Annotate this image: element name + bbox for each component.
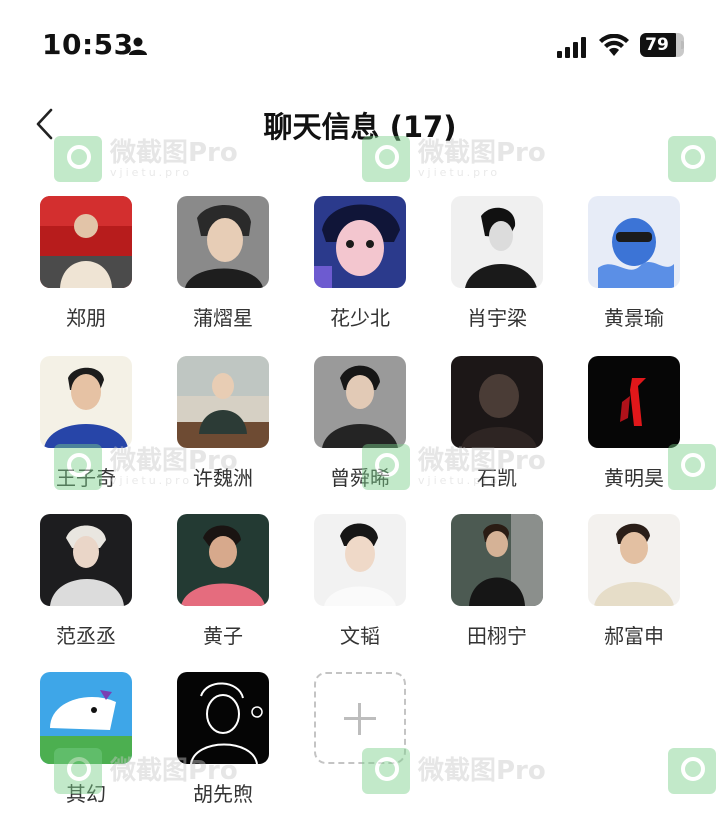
member-item[interactable]: 曾舜晞 (314, 356, 434, 506)
status-time: 10:53 (42, 28, 134, 61)
avatar (177, 672, 269, 764)
member-item[interactable]: 范丞丞 (40, 514, 160, 664)
avatar (314, 196, 406, 288)
member-item[interactable]: 郑朋 (40, 196, 160, 346)
member-name: 黄景瑜 (604, 306, 664, 330)
member-name: 肖宇梁 (467, 306, 527, 330)
avatar (451, 514, 543, 606)
page-title: 聊天信息 (17) (263, 110, 457, 144)
member-name: 其幻 (66, 782, 106, 806)
avatar (314, 356, 406, 448)
member-item[interactable]: 石凯 (451, 356, 571, 506)
member-name: 郑朋 (66, 306, 106, 330)
avatar (40, 356, 132, 448)
avatar (40, 672, 132, 764)
watermark (668, 748, 716, 794)
member-name: 石凯 (477, 466, 517, 490)
member-name: 胡先煦 (193, 782, 253, 806)
status-bar: 10:53 79 (0, 0, 720, 92)
member-item[interactable]: 黄景瑜 (588, 196, 708, 346)
add-member-button[interactable] (314, 672, 406, 764)
battery-level: 79 (645, 35, 669, 55)
avatar (177, 356, 269, 448)
member-name: 文韬 (340, 624, 380, 648)
member-item[interactable]: 黄子 (177, 514, 297, 664)
battery-indicator: 79 (640, 33, 684, 57)
wifi-icon (599, 34, 629, 56)
member-item[interactable]: 黄明昊 (588, 356, 708, 506)
member-name: 黄子 (203, 624, 243, 648)
avatar (40, 514, 132, 606)
member-item[interactable]: 其幻 (40, 672, 160, 822)
member-item[interactable]: 文韬 (314, 514, 434, 664)
member-name: 花少北 (330, 306, 390, 330)
avatar (588, 196, 680, 288)
member-name: 田栩宁 (467, 624, 527, 648)
member-item[interactable]: 许魏洲 (177, 356, 297, 506)
avatar (40, 196, 132, 288)
member-name: 许魏洲 (193, 466, 253, 490)
member-name: 王子奇 (56, 466, 116, 490)
avatar (588, 356, 680, 448)
member-name: 蒲熠星 (193, 306, 253, 330)
signal-icon (557, 37, 586, 58)
nav-bar: 聊天信息 (17) (0, 92, 720, 162)
member-item[interactable]: 田栩宁 (451, 514, 571, 664)
member-name: 曾舜晞 (330, 466, 390, 490)
person-icon (129, 37, 147, 55)
avatar (177, 514, 269, 606)
member-item[interactable]: 胡先煦 (177, 672, 297, 822)
avatar (451, 356, 543, 448)
avatar (451, 196, 543, 288)
member-item[interactable]: 蒲熠星 (177, 196, 297, 346)
avatar (314, 514, 406, 606)
member-item[interactable]: 郝富申 (588, 514, 708, 664)
member-name: 黄明昊 (604, 466, 664, 490)
member-name: 郝富申 (604, 624, 664, 648)
member-item[interactable]: 花少北 (314, 196, 434, 346)
member-item[interactable]: 王子奇 (40, 356, 160, 506)
avatar (177, 196, 269, 288)
member-name: 范丞丞 (56, 624, 116, 648)
member-item[interactable]: 肖宇梁 (451, 196, 571, 346)
avatar (588, 514, 680, 606)
watermark-logo-icon (668, 748, 716, 794)
